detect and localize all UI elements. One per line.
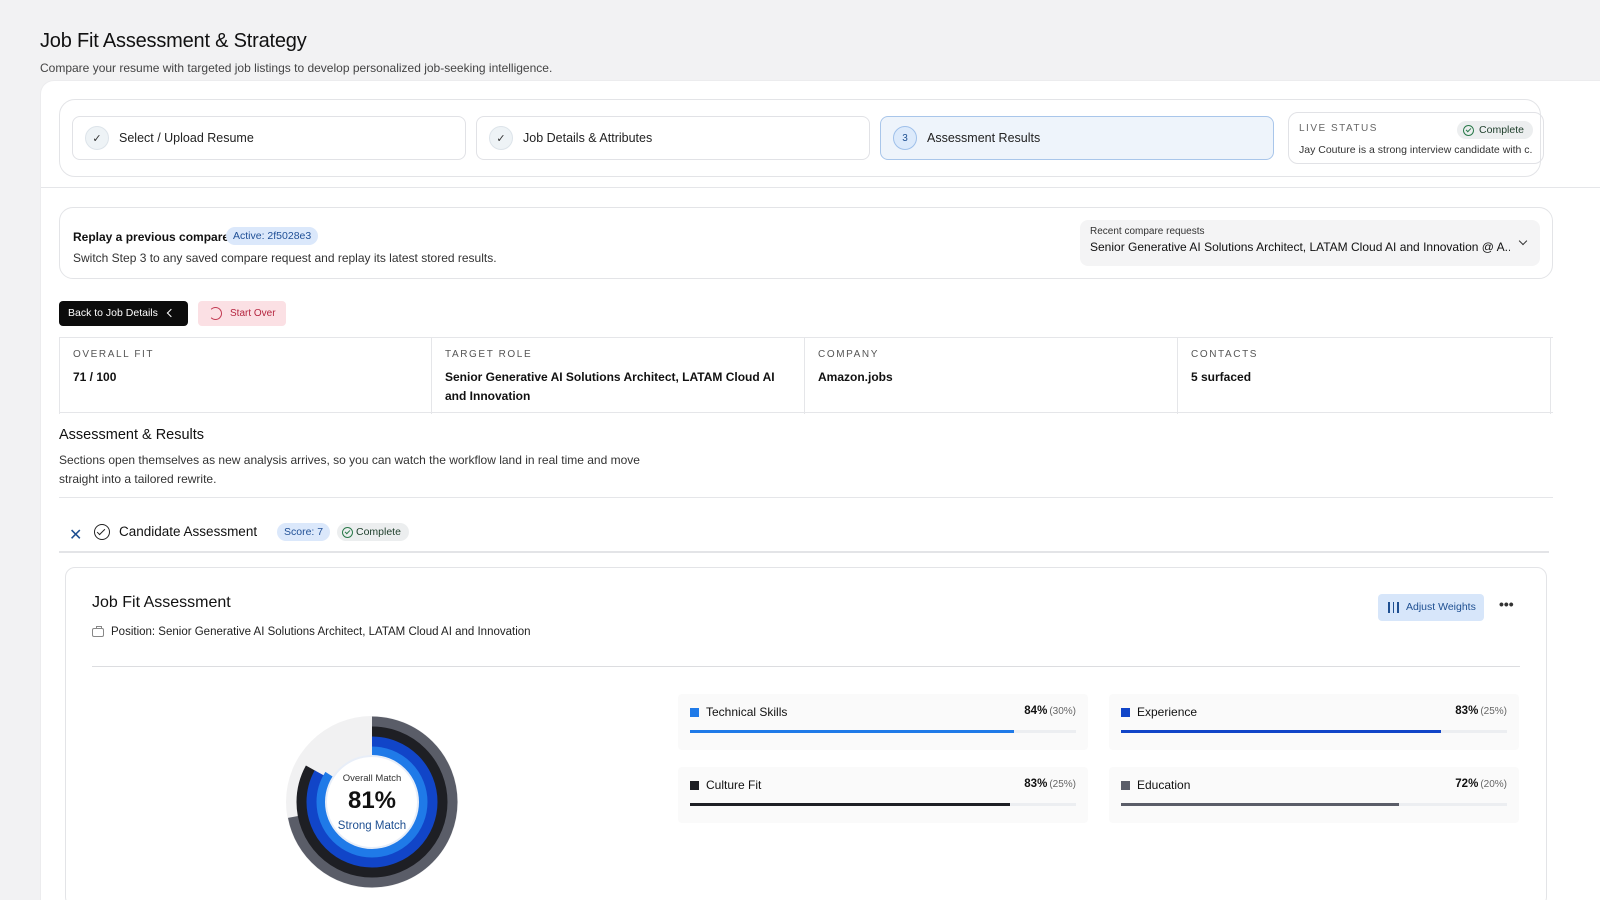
check-icon: ✓ (489, 126, 513, 150)
check-icon: ✓ (85, 126, 109, 150)
recent-compare-label: Recent compare requests (1090, 226, 1205, 237)
position-text: Position: Senior Generative AI Solutions… (111, 626, 531, 638)
legend-swatch (1121, 781, 1130, 790)
stat-value: 5 surfaced (1191, 370, 1252, 384)
step-job-details[interactable]: ✓ Job Details & Attributes (476, 116, 870, 160)
metric-percent: 84% (30%) (1024, 705, 1076, 717)
replay-panel: Replay a previous compare Active: 2f5028… (59, 207, 1553, 279)
overall-match-value: 81% (347, 787, 397, 814)
page-subtitle: Compare your resume with targeted job li… (40, 61, 553, 75)
metric-name: Education (1137, 778, 1191, 792)
close-icon[interactable]: ✕ (69, 525, 82, 545)
status-badge-label: Complete (1479, 124, 1524, 136)
stepper: ✓ Select / Upload Resume ✓ Job Details &… (59, 99, 1544, 177)
back-to-job-details-button[interactable]: Back to Job Details (59, 301, 188, 326)
divider (92, 666, 1520, 667)
metric-fill (1121, 803, 1399, 806)
adjust-weights-label: Adjust Weights (1406, 601, 1476, 613)
replay-title: Replay a previous compare (73, 230, 230, 244)
job-fit-position: Position: Senior Generative AI Solutions… (92, 625, 531, 638)
summary-stats: OVERALL FIT 71 / 100 TARGET ROLE Senior … (59, 337, 1553, 414)
metric-percent: 72% (20%) (1455, 778, 1507, 790)
recent-compare-select[interactable]: Recent compare requests Senior Generativ… (1080, 220, 1540, 266)
stat-label: TARGET ROLE (445, 349, 533, 360)
sliders-icon (1388, 602, 1399, 613)
legend-swatch (1121, 708, 1130, 717)
metric-name: Technical Skills (706, 705, 788, 719)
step-number: 3 (893, 126, 917, 150)
status-badge: Complete (337, 523, 409, 541)
stat-overall-fit: OVERALL FIT 71 / 100 (59, 338, 432, 414)
status-badge: Complete (1457, 121, 1533, 139)
metric-technical-skills: Technical Skills 84% (30%) (678, 694, 1088, 750)
job-fit-title: Job Fit Assessment (92, 594, 231, 611)
step-select-resume[interactable]: ✓ Select / Upload Resume (72, 116, 466, 160)
adjust-weights-button[interactable]: Adjust Weights (1378, 594, 1484, 621)
metric-education: Education 72% (20%) (1109, 767, 1519, 823)
metric-name: Culture Fit (706, 778, 762, 792)
replay-description: Switch Step 3 to any saved compare reque… (73, 251, 497, 265)
metric-percent: 83% (25%) (1455, 705, 1507, 717)
step-assessment-results[interactable]: 3 Assessment Results (880, 116, 1274, 160)
job-fit-card: Job Fit Assessment Position: Senior Gene… (65, 567, 1547, 900)
section-title: Assessment & Results (59, 427, 205, 443)
live-status: LIVE STATUS Complete Jay Couture is a st… (1288, 112, 1544, 164)
metric-track (690, 803, 1076, 806)
divider (59, 497, 1553, 498)
stat-label: COMPANY (818, 349, 880, 360)
more-options-icon[interactable]: ••• (1499, 596, 1514, 612)
restart-icon (209, 307, 222, 320)
page-title: Job Fit Assessment & Strategy (40, 30, 307, 52)
chevron-down-icon (1518, 236, 1528, 246)
check-circle-icon (342, 526, 353, 538)
active-badge: Active: 2f5028e3 (226, 227, 319, 245)
start-over-button[interactable]: Start Over (198, 301, 286, 326)
stat-label: CONTACTS (1191, 349, 1259, 360)
main-card: ✓ Select / Upload Resume ✓ Job Details &… (40, 80, 1600, 900)
check-circle-icon (1463, 124, 1475, 136)
metric-fill (1121, 730, 1442, 733)
candidate-assessment-accordion[interactable]: ✕ Candidate Assessment Score: 7 Complete (59, 519, 1549, 553)
accordion-title: Candidate Assessment (119, 524, 258, 539)
divider (41, 187, 1600, 188)
stat-value: Senior Generative AI Solutions Architect… (445, 370, 775, 403)
overall-match-label: Overall Match (342, 773, 402, 784)
stat-value: 71 / 100 (73, 370, 117, 384)
metric-percent: 83% (25%) (1024, 778, 1076, 790)
metric-fill (690, 803, 1011, 806)
step-label: Job Details & Attributes (523, 131, 653, 145)
start-over-label: Start Over (230, 308, 276, 319)
legend-swatch (690, 781, 699, 790)
metric-track (1121, 730, 1507, 733)
overall-match-center: Overall Match 81% Strong Match (302, 773, 442, 832)
section-description: Sections open themselves as new analysis… (59, 453, 640, 486)
stat-target-role: TARGET ROLE Senior Generative AI Solutio… (432, 338, 805, 414)
check-circle-icon (94, 524, 110, 540)
stat-value: Amazon.jobs (818, 370, 893, 384)
metric-fill (690, 730, 1015, 733)
chevron-left-icon (166, 308, 176, 318)
stat-label: OVERALL FIT (73, 349, 155, 360)
metric-track (1121, 803, 1507, 806)
metric-experience: Experience 83% (25%) (1109, 694, 1519, 750)
metric-culture-fit: Culture Fit 83% (25%) (678, 767, 1088, 823)
step-label: Assessment Results (927, 131, 1041, 145)
live-status-text: Jay Couture is a strong interview candid… (1299, 144, 1533, 156)
stat-contacts: CONTACTS 5 surfaced (1178, 338, 1551, 414)
briefcase-icon (92, 625, 104, 637)
metric-name: Experience (1137, 705, 1198, 719)
page-header: Job Fit Assessment & Strategy Compare yo… (40, 30, 552, 75)
back-button-label: Back to Job Details (68, 307, 158, 319)
overall-match-rating: Strong Match (337, 820, 407, 832)
legend-swatch (690, 708, 699, 717)
status-badge-label: Complete (356, 526, 401, 538)
metric-track (690, 730, 1076, 733)
step-label: Select / Upload Resume (119, 131, 254, 145)
stat-company: COMPANY Amazon.jobs (805, 338, 1178, 414)
score-badge: Score: 7 (277, 523, 331, 541)
recent-compare-value: Senior Generative AI Solutions Architect… (1090, 240, 1510, 254)
